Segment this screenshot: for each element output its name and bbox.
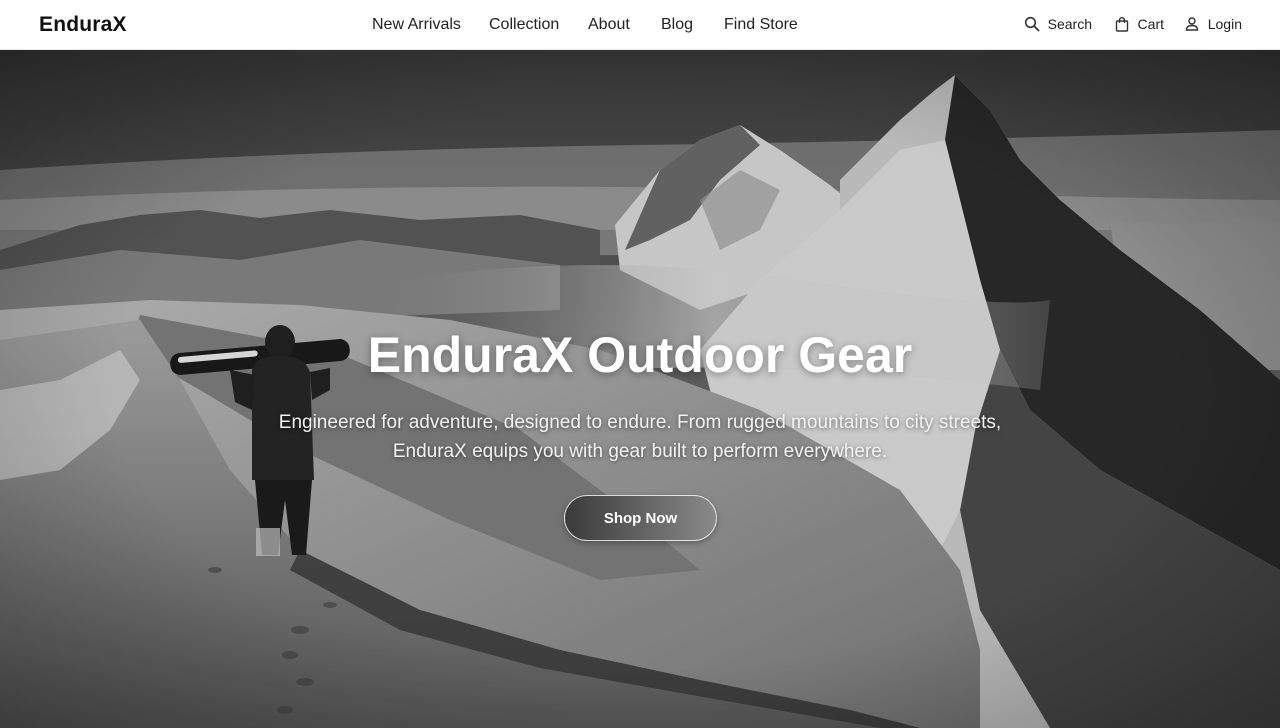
search-button[interactable]: Search bbox=[1024, 16, 1092, 32]
nav-link-find-store[interactable]: Find Store bbox=[724, 16, 798, 34]
cart-label: Cart bbox=[1137, 16, 1164, 32]
user-icon bbox=[1184, 16, 1200, 32]
hero-background-image bbox=[0, 50, 1280, 728]
login-label: Login bbox=[1207, 16, 1242, 32]
hero-banner: EnduraX Outdoor Gear Engineered for adve… bbox=[0, 50, 1280, 728]
shop-now-button[interactable]: Shop Now bbox=[564, 495, 717, 541]
site-header: EnduraX New Arrivals Collection About Bl… bbox=[0, 0, 1280, 50]
nav-link-new-arrivals[interactable]: New Arrivals bbox=[372, 16, 461, 34]
shopping-bag-icon bbox=[1114, 16, 1130, 32]
nav-link-blog[interactable]: Blog bbox=[661, 16, 693, 34]
nav-link-about[interactable]: About bbox=[588, 16, 630, 34]
cart-button[interactable]: Cart bbox=[1114, 16, 1164, 32]
search-icon bbox=[1024, 16, 1040, 32]
hero-subtitle-line-2: EnduraX equips you with gear built to pe… bbox=[392, 441, 888, 462]
login-button[interactable]: Login bbox=[1184, 16, 1242, 32]
hero-subtitle: Engineered for adventure, designed to en… bbox=[240, 408, 1040, 466]
hero-title: EnduraX Outdoor Gear bbox=[367, 327, 913, 383]
nav-link-collection[interactable]: Collection bbox=[489, 16, 559, 34]
search-label: Search bbox=[1047, 16, 1092, 32]
hero-subtitle-line-1: Engineered for adventure, designed to en… bbox=[278, 412, 1002, 433]
